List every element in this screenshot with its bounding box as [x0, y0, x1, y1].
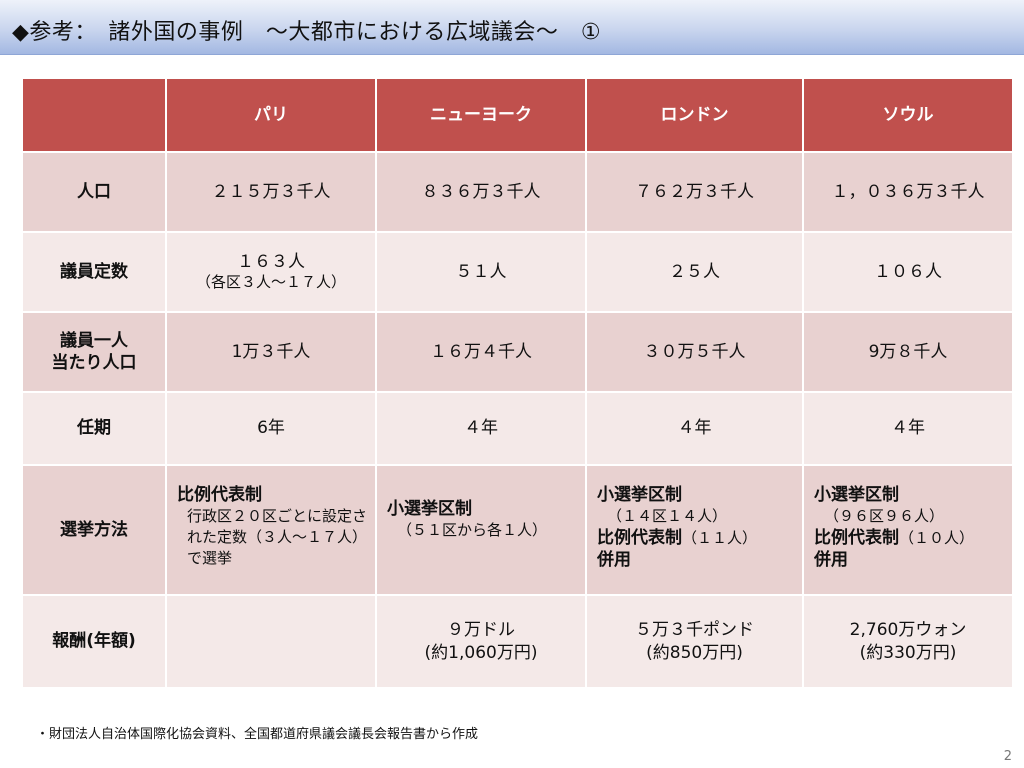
table-row: 議員定数 １６３人 （各区３人～１７人） ５１人 ２５人 １０６人: [21, 231, 1014, 313]
election-seoul-combined: 併用: [814, 550, 848, 571]
per-member-label-line1: 議員一人: [60, 330, 128, 351]
election-seoul-desc1: （９６区９６人）: [824, 507, 945, 526]
election-london-desc2: （１１人）: [682, 529, 758, 548]
cell-per-member-london: ３０万５千人: [585, 311, 804, 393]
cell-seats-london: ２５人: [585, 231, 804, 313]
cell-per-member-newyork: １６万４千人: [375, 311, 587, 393]
salary-london-amount: ５万３千ポンド: [635, 620, 754, 641]
election-paris-desc: 行政区２０区ごとに設定された定数（３人～１７人）で選挙: [187, 507, 368, 568]
row-header-seats: 議員定数: [21, 231, 167, 313]
cell-salary-london: ５万３千ポンド (約850万円): [585, 594, 804, 689]
seats-paris-sub: （各区３人～１７人）: [195, 273, 346, 292]
cell-term-london: ４年: [585, 391, 804, 466]
cell-seats-seoul: １０６人: [802, 231, 1014, 313]
election-newyork-method: 小選挙区制: [387, 499, 472, 519]
cell-election-paris: 比例代表制 行政区２０区ごとに設定された定数（３人～１７人）で選挙: [165, 464, 377, 596]
table-header-row: パリ ニューヨーク ロンドン ソウル: [21, 77, 1014, 153]
election-seoul-method1: 小選挙区制: [814, 485, 899, 505]
seats-paris-main: １６３人: [237, 252, 305, 273]
header-london: ロンドン: [585, 77, 804, 153]
table-row: 議員一人 当たり人口 1万３千人 １６万４千人 ３０万５千人 9万８千人: [21, 311, 1014, 393]
header-corner: [21, 77, 167, 153]
row-header-per-member: 議員一人 当たり人口: [21, 311, 167, 393]
cell-salary-newyork: ９万ドル (約1,060万円): [375, 594, 587, 689]
cell-election-newyork: 小選挙区制 （５１区から各１人）: [375, 464, 587, 596]
table-row: 選挙方法 比例代表制 行政区２０区ごとに設定された定数（３人～１７人）で選挙 小…: [21, 464, 1014, 596]
cell-population-newyork: ８３６万３千人: [375, 151, 587, 233]
cell-per-member-seoul: 9万８千人: [802, 311, 1014, 393]
cell-population-paris: ２１５万３千人: [165, 151, 377, 233]
row-header-salary: 報酬(年額): [21, 594, 167, 689]
election-seoul-method2: 比例代表制: [814, 528, 899, 549]
table-row: 人口 ２１５万３千人 ８３６万３千人 ７６２万３千人 １，０３６万３千人: [21, 151, 1014, 233]
header-newyork: ニューヨーク: [375, 77, 587, 153]
cell-population-seoul: １，０３６万３千人: [802, 151, 1014, 233]
cell-per-member-paris: 1万３千人: [165, 311, 377, 393]
election-london-desc1: （１４区１４人）: [607, 507, 728, 526]
cell-salary-seoul: 2,760万ウォン (約330万円): [802, 594, 1014, 689]
election-london-method1: 小選挙区制: [597, 485, 682, 505]
cell-salary-paris: [165, 594, 377, 689]
salary-seoul-amount: 2,760万ウォン: [849, 620, 967, 641]
cell-population-london: ７６２万３千人: [585, 151, 804, 233]
header-seoul: ソウル: [802, 77, 1014, 153]
cell-seats-paris: １６３人 （各区３人～１７人）: [165, 231, 377, 313]
table-row: 報酬(年額) ９万ドル (約1,060万円) ５万３千ポンド (約850万円) …: [21, 594, 1014, 689]
cell-seats-newyork: ５１人: [375, 231, 587, 313]
page-number: 2: [1003, 749, 1012, 764]
cell-term-paris: 6年: [165, 391, 377, 466]
source-note: ・財団法人自治体国際化協会資料、全国都道府県議会議長会報告書から作成: [36, 727, 479, 742]
header-paris: パリ: [165, 77, 377, 153]
cell-term-seoul: ４年: [802, 391, 1014, 466]
per-member-label-line2: 当たり人口: [51, 353, 137, 373]
comparison-table: パリ ニューヨーク ロンドン ソウル 人口 ２１５万３千人 ８３６万３千人 ７６…: [21, 77, 1014, 689]
slide-title: ◆参考： 諸外国の事例 ～大都市における広域議会～ ①: [12, 20, 602, 45]
election-paris-method: 比例代表制: [177, 485, 262, 505]
cell-election-london: 小選挙区制 （１４区１４人） 比例代表制（１１人） 併用: [585, 464, 804, 596]
salary-newyork-amount: ９万ドル: [447, 620, 515, 641]
cell-election-seoul: 小選挙区制 （９６区９６人） 比例代表制（１０人） 併用: [802, 464, 1014, 596]
title-bar: ◆参考： 諸外国の事例 ～大都市における広域議会～ ①: [0, 0, 1024, 55]
row-header-population: 人口: [21, 151, 167, 233]
table-row: 任期 6年 ４年 ４年 ４年: [21, 391, 1014, 466]
election-london-combined: 併用: [597, 550, 631, 571]
row-header-term: 任期: [21, 391, 167, 466]
election-seoul-desc2: （１０人）: [899, 529, 975, 548]
election-london-method2: 比例代表制: [597, 528, 682, 549]
cell-term-newyork: ４年: [375, 391, 587, 466]
salary-london-yen: (約850万円): [646, 642, 743, 663]
salary-newyork-yen: (約1,060万円): [424, 642, 538, 663]
salary-seoul-yen: (約330万円): [859, 642, 957, 663]
row-header-election: 選挙方法: [21, 464, 167, 596]
election-newyork-desc: （５１区から各１人）: [397, 521, 548, 540]
